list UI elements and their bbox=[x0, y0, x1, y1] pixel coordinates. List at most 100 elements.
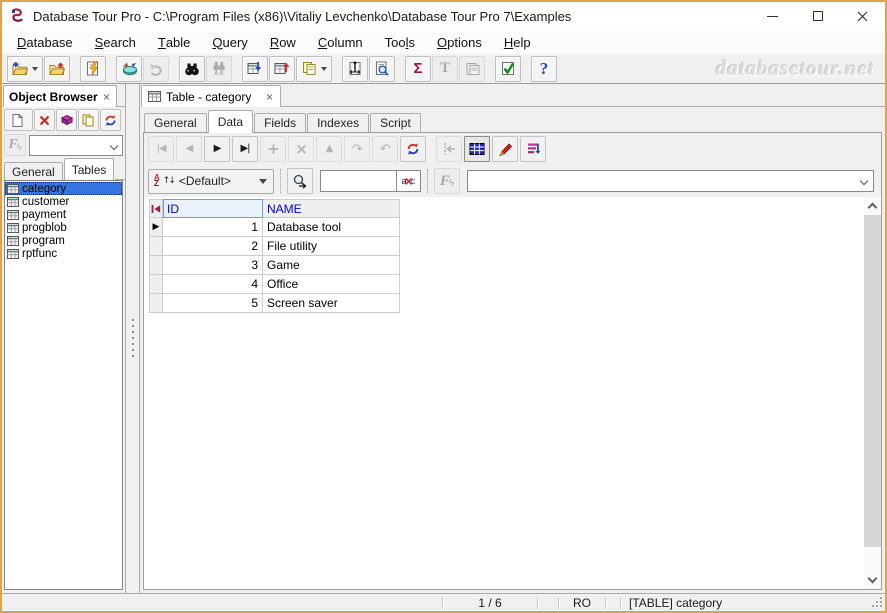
tab-indexes[interactable]: Indexes bbox=[307, 113, 369, 132]
cell-id[interactable]: 2 bbox=[163, 237, 263, 256]
vertical-scrollbar[interactable] bbox=[864, 197, 881, 589]
locate-record-button[interactable] bbox=[287, 168, 313, 194]
minimize-button[interactable] bbox=[750, 2, 795, 30]
reopen-database-button[interactable] bbox=[44, 56, 70, 82]
list-item-rptfunc[interactable]: rptfunc bbox=[5, 247, 122, 260]
undo-button[interactable] bbox=[143, 56, 169, 82]
memo-view-button[interactable] bbox=[459, 56, 485, 82]
clear-search-button[interactable]: a×c bbox=[396, 170, 421, 192]
copy-data-button[interactable] bbox=[296, 56, 332, 82]
next-record-button[interactable]: ▶ bbox=[204, 136, 230, 162]
refresh-data-button[interactable] bbox=[400, 136, 426, 162]
help-button[interactable]: ? bbox=[531, 56, 557, 82]
quick-search-input[interactable] bbox=[320, 170, 396, 192]
refresh-connection-button[interactable] bbox=[116, 56, 142, 82]
cell-name[interactable]: Office bbox=[263, 275, 400, 294]
replace-button[interactable]: A·B bbox=[206, 56, 232, 82]
aggregate-sum-button[interactable]: Σ bbox=[405, 56, 431, 82]
color-scheme-button[interactable] bbox=[492, 136, 518, 162]
delete-object-button[interactable] bbox=[34, 109, 55, 131]
tab-script[interactable]: Script bbox=[370, 113, 421, 132]
scroll-down-button[interactable] bbox=[864, 572, 881, 589]
data-page: |◀ ◀ ▶ ▶| + × ▲ ↷ ↶ bbox=[143, 132, 882, 590]
tab-data[interactable]: Data bbox=[208, 110, 253, 133]
close-icon[interactable]: × bbox=[265, 91, 274, 103]
table-row[interactable]: 5 Screen saver bbox=[149, 294, 400, 313]
menu-search[interactable]: Search bbox=[84, 30, 147, 54]
grid-view-button[interactable] bbox=[464, 136, 490, 162]
scrollbar-thumb[interactable] bbox=[864, 215, 881, 547]
tab-general[interactable]: General bbox=[4, 162, 63, 180]
cell-name[interactable]: Game bbox=[263, 256, 400, 275]
object-filter-combobox[interactable] bbox=[29, 135, 123, 156]
menu-options[interactable]: Options bbox=[426, 30, 493, 54]
scrollbar-track[interactable] bbox=[864, 214, 881, 572]
close-icon[interactable]: × bbox=[102, 91, 111, 103]
first-record-button[interactable]: |◀ bbox=[148, 136, 174, 162]
close-button[interactable] bbox=[840, 2, 885, 30]
column-header-id[interactable]: ID bbox=[163, 199, 263, 218]
data-filter-button[interactable]: Fϟ bbox=[434, 168, 460, 194]
sql-editor-button[interactable] bbox=[80, 56, 106, 82]
tab-tables[interactable]: Tables bbox=[64, 158, 115, 180]
open-database-button[interactable] bbox=[7, 56, 43, 82]
import-table-button[interactable] bbox=[242, 56, 268, 82]
close-icon bbox=[857, 11, 868, 22]
cancel-edit-button[interactable]: ↶ bbox=[372, 136, 398, 162]
refresh-list-button[interactable] bbox=[100, 109, 121, 131]
menu-tools[interactable]: Tools bbox=[374, 30, 426, 54]
cell-id[interactable]: 3 bbox=[163, 256, 263, 275]
cell-id[interactable]: 4 bbox=[163, 275, 263, 294]
table-row[interactable]: 2 File utility bbox=[149, 237, 400, 256]
list-item-category[interactable]: category bbox=[5, 182, 122, 195]
table-row[interactable]: 4 Office bbox=[149, 275, 400, 294]
filter-expression-combobox[interactable] bbox=[467, 170, 874, 192]
cell-name[interactable]: Screen saver bbox=[263, 294, 400, 313]
table-row[interactable]: ▶ 1 Database tool bbox=[149, 218, 400, 237]
last-record-icon: ▶| bbox=[240, 144, 249, 154]
object-structure-button[interactable] bbox=[56, 109, 77, 131]
sort-order-combobox[interactable]: AZ ↑↓ <Default> bbox=[148, 169, 274, 194]
list-item-program[interactable]: program bbox=[5, 234, 122, 247]
find-button[interactable] bbox=[179, 56, 205, 82]
cell-name[interactable]: Database tool bbox=[263, 218, 400, 237]
table-row[interactable]: 3 Game bbox=[149, 256, 400, 275]
new-object-button[interactable] bbox=[4, 109, 33, 131]
check-data-button[interactable] bbox=[495, 56, 521, 82]
menu-row[interactable]: Row bbox=[259, 30, 307, 54]
post-edit-button[interactable]: ↷ bbox=[344, 136, 370, 162]
list-item-progblob[interactable]: progblob bbox=[5, 221, 122, 234]
maximize-button[interactable] bbox=[795, 2, 840, 30]
cell-id[interactable]: 5 bbox=[163, 294, 263, 313]
menu-help[interactable]: Help bbox=[493, 30, 542, 54]
cell-id[interactable]: 1 bbox=[163, 218, 263, 237]
edit-record-button[interactable]: ▲ bbox=[316, 136, 342, 162]
object-filter-button[interactable]: Fϟ bbox=[4, 134, 26, 156]
text-format-button[interactable]: T bbox=[432, 56, 458, 82]
column-header-name[interactable]: NAME bbox=[263, 199, 400, 218]
object-browser-tab[interactable]: Object Browser × bbox=[3, 85, 117, 107]
prior-record-button[interactable]: ◀ bbox=[176, 136, 202, 162]
panel-splitter[interactable] bbox=[126, 84, 139, 593]
scroll-up-button[interactable] bbox=[864, 197, 881, 214]
tab-general[interactable]: General bbox=[144, 113, 207, 132]
export-table-button[interactable] bbox=[269, 56, 295, 82]
separator bbox=[280, 169, 281, 193]
freeze-columns-button[interactable] bbox=[436, 136, 462, 162]
menu-column[interactable]: Column bbox=[307, 30, 374, 54]
insert-record-button[interactable]: + bbox=[260, 136, 286, 162]
copy-object-button[interactable] bbox=[78, 109, 99, 131]
tab-fields[interactable]: Fields bbox=[254, 113, 306, 132]
document-tab-table-category[interactable]: Table - category × bbox=[141, 85, 281, 107]
cell-name[interactable]: File utility bbox=[263, 237, 400, 256]
list-item-payment[interactable]: payment bbox=[5, 208, 122, 221]
list-item-customer[interactable]: customer bbox=[5, 195, 122, 208]
last-record-button[interactable]: ▶| bbox=[232, 136, 258, 162]
menu-query[interactable]: Query bbox=[201, 30, 258, 54]
print-preview-button[interactable] bbox=[369, 56, 395, 82]
custom-sort-button[interactable] bbox=[520, 136, 546, 162]
print-record-button[interactable] bbox=[342, 56, 368, 82]
delete-record-button[interactable]: × bbox=[288, 136, 314, 162]
menu-database[interactable]: Database bbox=[6, 30, 84, 54]
menu-table[interactable]: Table bbox=[147, 30, 202, 54]
